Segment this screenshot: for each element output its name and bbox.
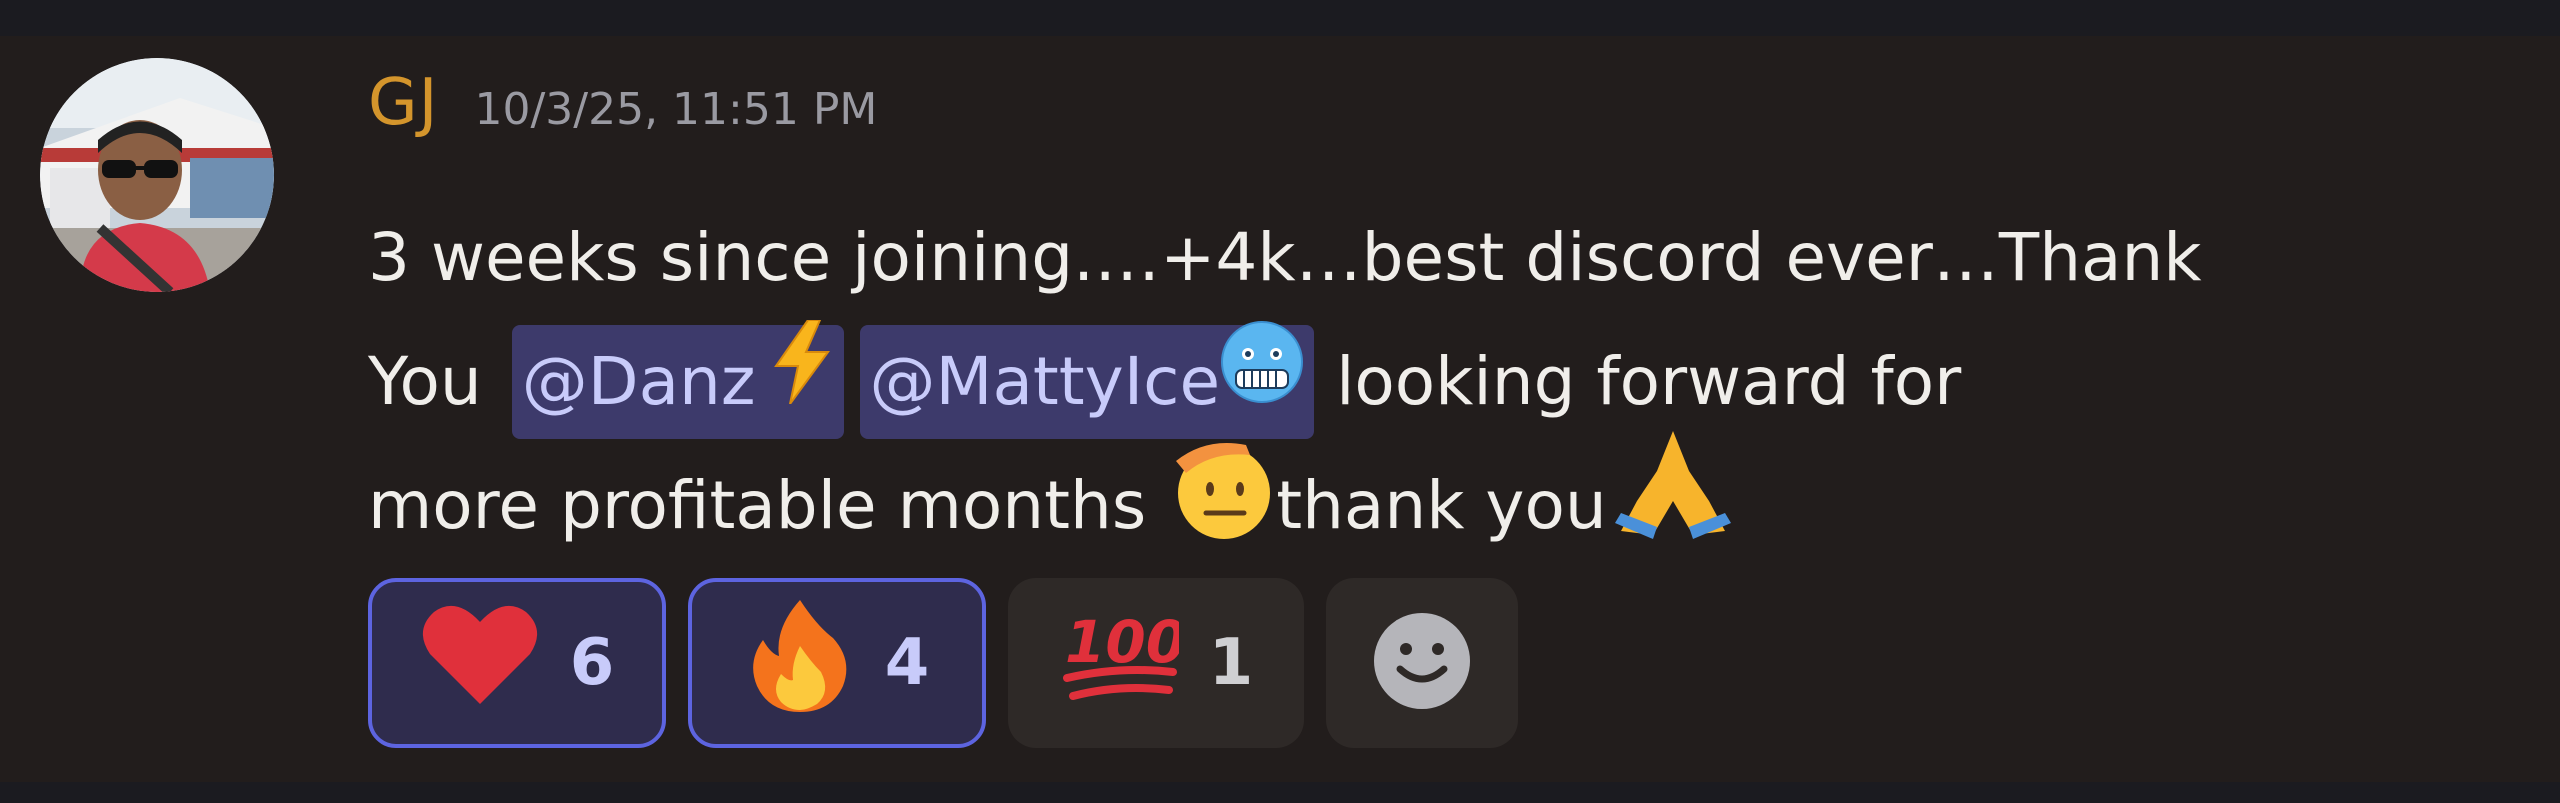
reaction-count: 1	[1208, 626, 1254, 700]
message-line-3: more profitable months thank you	[368, 431, 2518, 568]
message-header: GJ 10/3/25, 11:51 PM	[368, 66, 877, 166]
fire-emoji	[745, 596, 855, 730]
mention-label: @MattyIce	[869, 343, 1221, 420]
reaction-heart[interactable]: 6	[368, 578, 666, 748]
mention-label: @Danz	[521, 343, 756, 420]
message-text-1: 3 weeks since joining.…+4k…best discord …	[368, 219, 2202, 296]
high-voltage-emoji	[770, 319, 834, 444]
mention-mattyice[interactable]: @MattyIce	[859, 321, 1315, 439]
add-reaction-button[interactable]	[1326, 578, 1518, 748]
message-text-2: You	[368, 343, 482, 420]
cold-face-emoji	[1220, 320, 1304, 444]
message-text-2b: looking forward for	[1336, 343, 1962, 420]
hundred-points-emoji: 100	[1059, 600, 1186, 726]
reaction-fire[interactable]: 4	[688, 578, 986, 748]
message-text-thanks: thank you	[1276, 467, 1607, 544]
message-line-2: You @Danz @MattyIce looking forward for	[368, 319, 2518, 444]
add-reaction-smiley-icon	[1372, 611, 1472, 715]
reaction-hundred[interactable]: 100 1	[1008, 578, 1304, 748]
avatar[interactable]	[40, 58, 274, 292]
reaction-count: 6	[569, 626, 615, 700]
reactions-bar: 6 4 100 1	[368, 578, 1518, 752]
message-text-3: more profitable months	[368, 467, 1147, 544]
message-line-1: 3 weeks since joining.…+4k…best discord …	[368, 196, 2518, 320]
chat-message[interactable]: GJ 10/3/25, 11:51 PM 3 weeks since joini…	[0, 36, 2560, 782]
red-heart-emoji	[420, 600, 540, 726]
svg-text:100: 100	[1065, 608, 1179, 676]
timestamp[interactable]: 10/3/25, 11:51 PM	[474, 84, 877, 135]
username[interactable]: GJ	[368, 66, 438, 140]
top-divider	[0, 0, 2560, 36]
folded-hands-emoji	[1607, 431, 1739, 581]
bottom-divider	[0, 782, 2560, 803]
message-content: 3 weeks since joining.…+4k…best discord …	[368, 196, 2518, 568]
mention-danz[interactable]: @Danz	[511, 319, 844, 439]
saluting-face-emoji	[1166, 431, 1276, 581]
reaction-count: 4	[884, 626, 930, 700]
